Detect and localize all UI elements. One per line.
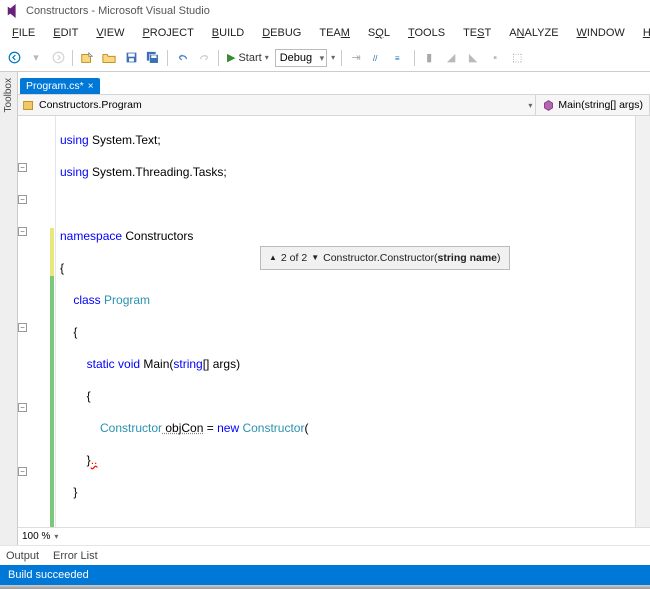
outline-collapse-icon[interactable]: − — [18, 323, 27, 332]
comment-icon[interactable]: // — [368, 48, 388, 68]
menu-team[interactable]: TEAM — [311, 25, 358, 41]
save-icon[interactable] — [121, 48, 141, 68]
undo-icon[interactable] — [172, 48, 192, 68]
title-bar: Constructors - Microsoft Visual Studio — [0, 0, 650, 22]
outline-collapse-icon[interactable]: − — [18, 195, 27, 204]
signature-text: Constructor.Constructor(string name) — [323, 250, 500, 266]
bottom-panel-tabs: Output Error List — [0, 545, 650, 565]
code-content[interactable]: using System.Text; using System.Threadin… — [56, 116, 635, 527]
step-icon-1[interactable]: ⇥ — [346, 48, 366, 68]
new-project-icon[interactable] — [77, 48, 97, 68]
method-icon — [542, 99, 555, 112]
chevron-down-icon[interactable]: ▾ — [54, 532, 58, 541]
menu-view[interactable]: VIEW — [88, 25, 132, 41]
toolbox-tab[interactable]: Toolbox — [0, 72, 18, 545]
nav-back-icon[interactable] — [4, 48, 24, 68]
vertical-scrollbar[interactable] — [635, 116, 650, 527]
zoom-level[interactable]: 100 % — [22, 531, 54, 542]
vs-logo-icon — [6, 4, 20, 18]
tb-icon-a[interactable]: ◢ — [441, 48, 461, 68]
tab-output[interactable]: Output — [6, 550, 39, 562]
change-indicator — [50, 276, 54, 527]
tb-icon-b[interactable]: ◣ — [463, 48, 483, 68]
save-all-icon[interactable] — [143, 48, 163, 68]
toolbox-label: Toolbox — [3, 78, 14, 112]
nav-fwd2-icon[interactable] — [48, 48, 68, 68]
arrow-down-icon[interactable]: ▼ — [311, 250, 319, 266]
menu-edit[interactable]: EDIT — [45, 25, 86, 41]
overload-count: 2 of 2 — [281, 250, 307, 266]
doc-tab-label: Program.cs* — [26, 80, 84, 92]
tb-icon-d[interactable]: ⬚ — [507, 48, 527, 68]
taskbar-edge — [0, 585, 650, 589]
svg-text://: // — [372, 54, 377, 63]
tab-program-cs[interactable]: Program.cs* × — [20, 78, 100, 94]
arrow-up-icon[interactable]: ▲ — [269, 250, 277, 266]
class-icon — [22, 99, 35, 112]
outline-collapse-icon[interactable]: − — [18, 467, 27, 476]
code-editor[interactable]: − − − − − − − using System.Text; using S… — [18, 116, 650, 527]
bookmark-icon[interactable]: ▮ — [419, 48, 439, 68]
config-select[interactable]: Debug — [275, 49, 327, 67]
chevron-down-icon[interactable]: ▾ — [525, 101, 535, 110]
menu-file[interactable]: FILE — [4, 25, 43, 41]
menu-bar: FILE EDIT VIEW PROJECT BUILD DEBUG TEAM … — [0, 22, 650, 44]
menu-project[interactable]: PROJECT — [134, 25, 201, 41]
start-debug-button[interactable]: ▶ Start ▾ — [223, 51, 273, 64]
menu-test[interactable]: TEST — [455, 25, 499, 41]
redo-icon[interactable] — [194, 48, 214, 68]
open-icon[interactable] — [99, 48, 119, 68]
nav-scope-left[interactable]: Constructors.Program — [18, 99, 525, 112]
tab-error-list[interactable]: Error List — [53, 550, 98, 562]
menu-debug[interactable]: DEBUG — [254, 25, 309, 41]
svg-text:≡: ≡ — [394, 54, 399, 63]
nav-member-text: Main(string[] args) — [558, 99, 643, 111]
change-indicator — [50, 228, 54, 276]
nav-fwd-icon[interactable]: ▾ — [26, 48, 46, 68]
editor-gutter: − − − − − − − — [18, 116, 56, 527]
nav-scope-text: Constructors.Program — [39, 99, 142, 111]
uncomment-icon[interactable]: ≡ — [390, 48, 410, 68]
menu-tools[interactable]: TOOLS — [400, 25, 453, 41]
status-text: Build succeeded — [8, 569, 89, 581]
outline-collapse-icon[interactable]: − — [18, 227, 27, 236]
outline-collapse-icon[interactable]: − — [18, 403, 27, 412]
intellisense-tooltip: ▲ 2 of 2 ▼ Constructor.Constructor(strin… — [260, 246, 510, 270]
tb-icon-c[interactable]: ▪ — [485, 48, 505, 68]
menu-analyze[interactable]: ANALYZE — [501, 25, 566, 41]
window-title: Constructors - Microsoft Visual Studio — [26, 5, 210, 17]
zoom-bar: 100 % ▾ — [18, 527, 650, 545]
config-caret-icon[interactable]: ▾ — [329, 53, 337, 62]
menu-build[interactable]: BUILD — [204, 25, 252, 41]
play-icon: ▶ — [227, 51, 235, 64]
nav-scope-right[interactable]: Main(string[] args) — [535, 95, 649, 115]
start-label: Start — [238, 52, 261, 64]
menu-help[interactable]: HELP — [635, 25, 650, 41]
close-icon[interactable]: × — [88, 81, 94, 92]
document-tabs: Program.cs* × — [18, 72, 650, 94]
outline-collapse-icon[interactable]: − — [18, 163, 27, 172]
menu-window[interactable]: WINDOW — [569, 25, 633, 41]
navigation-bar: Constructors.Program ▾ Main(string[] arg… — [18, 94, 650, 116]
status-bar: Build succeeded — [0, 565, 650, 585]
toolbar: ▾ ▶ Start ▾ Debug ▾ ⇥ // ≡ ▮ ◢ ◣ ▪ ⬚ — [0, 44, 650, 72]
menu-sql[interactable]: SQL — [360, 25, 398, 41]
